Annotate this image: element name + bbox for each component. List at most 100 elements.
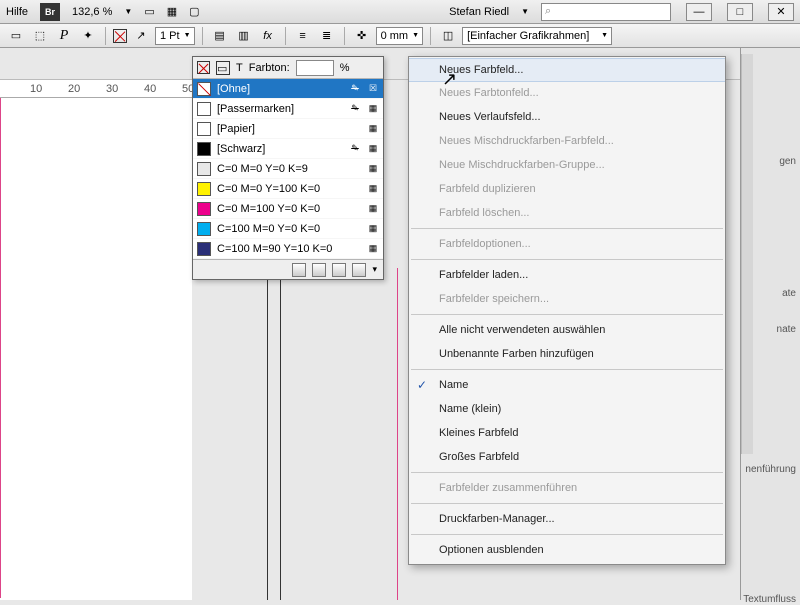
context-menu-item: Farbfelder zusammenführen bbox=[409, 476, 725, 500]
panel-tab-peek[interactable]: ate bbox=[782, 288, 796, 299]
stroke-color-icon[interactable]: ▭ bbox=[216, 61, 230, 75]
context-menu-item: Neue Mischdruckfarben-Gruppe... bbox=[409, 153, 725, 177]
swatch-name: [Ohne] bbox=[217, 83, 343, 95]
swatch-row[interactable]: C=0 M=100 Y=0 K=0▦ bbox=[193, 199, 383, 219]
align-icon[interactable]: ▤ bbox=[210, 26, 230, 46]
swatch-row[interactable]: C=0 M=0 Y=100 K=0▦ bbox=[193, 179, 383, 199]
swatch-row[interactable]: [Ohne]✎☒ bbox=[193, 79, 383, 99]
text-wrap-icon-2[interactable]: ≣ bbox=[317, 26, 337, 46]
user-name[interactable]: Stefan Riedl bbox=[449, 6, 509, 18]
fill-none-icon[interactable] bbox=[113, 29, 127, 43]
swatch-chip bbox=[197, 182, 211, 196]
search-input[interactable] bbox=[541, 3, 671, 21]
fx-icon[interactable]: fx bbox=[258, 26, 278, 46]
arrange-icon[interactable]: ▦ bbox=[167, 5, 177, 18]
swatch-row[interactable]: C=0 M=0 Y=0 K=9▦ bbox=[193, 159, 383, 179]
frame-type-select[interactable]: [Einfacher Grafikrahmen] bbox=[462, 27, 612, 45]
screen-mode-icon[interactable]: ▢ bbox=[189, 5, 199, 18]
context-menu-label: Neues Mischdruckfarben-Farbfeld... bbox=[439, 135, 614, 147]
zoom-level[interactable]: 132,6 % bbox=[72, 6, 112, 18]
right-panel-dock[interactable]: gen ate nate nenführung Textumfluss bbox=[740, 48, 800, 600]
type-tool-icon[interactable]: P bbox=[54, 26, 74, 46]
fill-none-icon[interactable] bbox=[197, 61, 210, 74]
application-menubar: Hilfe Br 132,6 % ▼ ▭ ▦ ▢ Stefan Riedl ▼ … bbox=[0, 0, 800, 24]
control-toolbar: ▭ ⬚ P ✦ ↗ 1 Pt ▤ ▥ fx ≡ ≣ ✜ 0 mm ◫ [Einf… bbox=[0, 24, 800, 48]
context-menu-label: Name bbox=[439, 379, 468, 391]
panel-tab-peek[interactable]: nenführung bbox=[745, 464, 796, 475]
close-button[interactable]: ✕ bbox=[768, 3, 794, 21]
context-menu-label: Neue Mischdruckfarben-Gruppe... bbox=[439, 159, 605, 171]
text-color-icon[interactable]: T bbox=[236, 62, 243, 74]
minimize-button[interactable]: — bbox=[686, 3, 712, 21]
menu-separator bbox=[411, 503, 723, 504]
context-menu-label: Optionen ausblenden bbox=[439, 544, 544, 556]
selection-tool-icon[interactable]: ▭ bbox=[6, 26, 26, 46]
context-menu-item[interactable]: Druckfarben-Manager... bbox=[409, 507, 725, 531]
container-icon[interactable]: ◫ bbox=[438, 26, 458, 46]
swatch-name: [Passermarken] bbox=[217, 103, 343, 115]
color-mode-icon: ▦ bbox=[367, 243, 379, 255]
anchor-tool-icon[interactable]: ✦ bbox=[78, 26, 98, 46]
horizontal-ruler: 10 20 30 40 50 bbox=[0, 80, 192, 98]
swatch-chip bbox=[197, 202, 211, 216]
distribute-icon[interactable]: ▥ bbox=[234, 26, 254, 46]
maximize-button[interactable]: □ bbox=[727, 3, 753, 21]
dropdown-icon[interactable]: ▼ bbox=[124, 7, 132, 16]
swatches-panel-header: ▭ T Farbton: % bbox=[193, 57, 383, 79]
swatch-row[interactable]: [Passermarken]✎▦ bbox=[193, 99, 383, 119]
context-menu-label: Farbfeld löschen... bbox=[439, 207, 530, 219]
context-menu-label: Name (klein) bbox=[439, 403, 501, 415]
context-menu-item: Farbfeld löschen... bbox=[409, 201, 725, 225]
crop-icon[interactable]: ✜ bbox=[352, 26, 372, 46]
swatches-panel: ▭ T Farbton: % [Ohne]✎☒[Passermarken]✎▦[… bbox=[192, 56, 384, 280]
swatch-chip bbox=[197, 142, 211, 156]
dropdown-icon[interactable]: ▼ bbox=[521, 7, 529, 16]
swatches-list[interactable]: [Ohne]✎☒[Passermarken]✎▦[Papier]▦[Schwar… bbox=[193, 79, 383, 259]
context-menu-label: Unbenannte Farben hinzufügen bbox=[439, 348, 594, 360]
context-menu-item[interactable]: Kleines Farbfeld bbox=[409, 421, 725, 445]
context-menu-item[interactable]: Farbfelder laden... bbox=[409, 263, 725, 287]
color-mode-icon: ▦ bbox=[367, 143, 379, 155]
swatches-panel-footer: ▾ bbox=[193, 259, 383, 279]
gradient-icon[interactable] bbox=[332, 263, 346, 277]
document-canvas[interactable]: 10 20 30 40 50 bbox=[0, 80, 192, 600]
farbton-input[interactable] bbox=[296, 60, 334, 76]
color-mode-icon: ▦ bbox=[367, 103, 379, 115]
view-mode-icon[interactable]: ▭ bbox=[144, 5, 154, 18]
context-menu-item[interactable]: Alle nicht verwendeten auswählen bbox=[409, 318, 725, 342]
context-menu-item[interactable]: Name (klein) bbox=[409, 397, 725, 421]
context-menu-label: Großes Farbfeld bbox=[439, 451, 519, 463]
x-offset-input[interactable]: 0 mm bbox=[376, 27, 424, 45]
menu-help[interactable]: Hilfe bbox=[6, 6, 28, 18]
context-menu-label: Farbfelder laden... bbox=[439, 269, 528, 281]
text-wrap-icon-1[interactable]: ≡ bbox=[293, 26, 313, 46]
bridge-icon[interactable]: Br bbox=[40, 3, 60, 21]
context-menu-item[interactable]: Unbenannte Farben hinzufügen bbox=[409, 342, 725, 366]
panel-tab-peek[interactable]: nate bbox=[777, 324, 796, 335]
context-menu-item: Neues Farbtonfeld... bbox=[409, 81, 725, 105]
collapsed-tab-strip[interactable] bbox=[741, 54, 753, 454]
show-options-icon[interactable] bbox=[292, 263, 306, 277]
swatch-row[interactable]: C=100 M=0 Y=0 K=0▦ bbox=[193, 219, 383, 239]
stroke-arrow-icon[interactable]: ↗ bbox=[131, 26, 151, 46]
context-menu-item[interactable]: ✓Name bbox=[409, 373, 725, 397]
menu-separator bbox=[411, 259, 723, 260]
context-menu-item[interactable]: Großes Farbfeld bbox=[409, 445, 725, 469]
panel-menu-icon[interactable]: ▾ bbox=[372, 264, 377, 275]
menu-separator bbox=[411, 534, 723, 535]
swatch-row[interactable]: [Schwarz]✎▦ bbox=[193, 139, 383, 159]
swatch-row[interactable]: C=100 M=90 Y=10 K=0▦ bbox=[193, 239, 383, 259]
swatch-row[interactable]: [Papier]▦ bbox=[193, 119, 383, 139]
stroke-weight-input[interactable]: 1 Pt bbox=[155, 27, 195, 45]
swatches-context-menu: Neues Farbfeld...Neues Farbtonfeld...Neu… bbox=[408, 56, 726, 565]
delete-swatch-icon[interactable] bbox=[352, 263, 366, 277]
swatch-chip bbox=[197, 122, 211, 136]
swatch-name: C=0 M=100 Y=0 K=0 bbox=[217, 203, 361, 215]
new-swatch-icon[interactable] bbox=[312, 263, 326, 277]
context-menu-item[interactable]: Neues Verlaufsfeld... bbox=[409, 105, 725, 129]
frame-tool-icon[interactable]: ⬚ bbox=[30, 26, 50, 46]
context-menu-item[interactable]: Optionen ausblenden bbox=[409, 538, 725, 562]
panel-tab-peek[interactable]: gen bbox=[779, 156, 796, 167]
context-menu-item[interactable]: Neues Farbfeld... bbox=[409, 58, 725, 82]
swatch-name: C=100 M=0 Y=0 K=0 bbox=[217, 223, 361, 235]
